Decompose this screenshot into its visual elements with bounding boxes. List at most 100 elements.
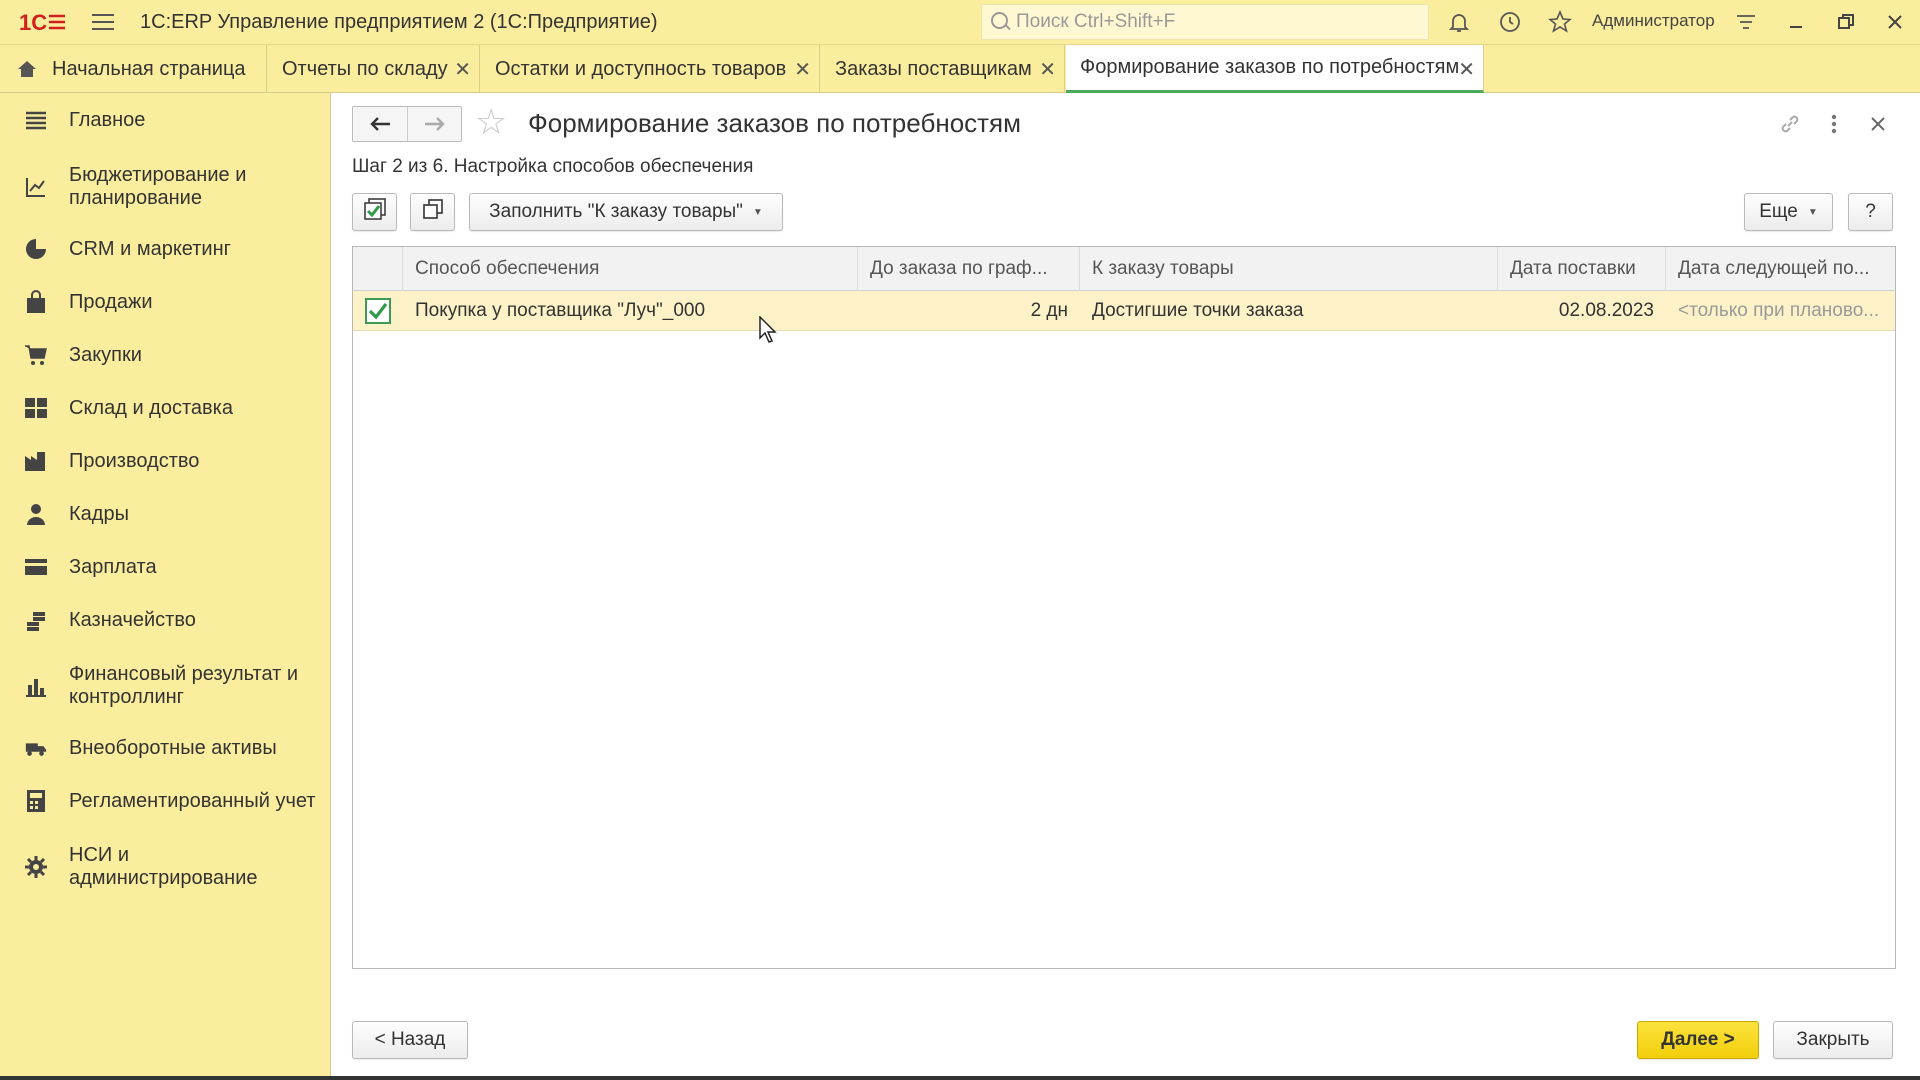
cart-icon [24,343,48,367]
form-content: ☆ Формирование заказов по потребностям Ш… [332,94,1920,1080]
back-button[interactable]: < Назад [352,1021,468,1059]
sidebar-item-hr[interactable]: Кадры [0,501,331,527]
supply-methods-table: Способ обеспечения До заказа по граф... … [352,246,1896,969]
bar-chart-icon [24,674,48,698]
star-icon[interactable] [1544,6,1576,38]
close-button[interactable]: Закрыть [1773,1021,1893,1059]
sidebar-item-admin[interactable]: НСИ и администрирование [0,843,331,891]
restore-icon[interactable] [1830,6,1862,38]
sidebar-item-sales[interactable]: Продажи [0,289,331,315]
column-header[interactable]: До заказа по граф... [858,247,1080,291]
help-button-label: ? [1865,201,1876,222]
fill-to-order-button[interactable]: Заполнить "К заказу товары" ▼ [469,193,783,231]
page-title: Формирование заказов по потребностям [528,108,1022,138]
calculator-icon [24,789,48,813]
minimize-icon[interactable] [1780,6,1812,38]
tab-label: Начальная страница [52,57,246,80]
cell-until-order[interactable]: 2 дн [858,291,1080,331]
search-icon [990,11,1012,33]
bell-icon[interactable] [1443,6,1475,38]
forward-arrow-icon[interactable] [407,107,461,141]
tab-home[interactable]: Начальная страница [0,45,267,93]
tab-stock-availability[interactable]: Остатки и доступность товаров ✕ [481,45,820,93]
list-icon [24,108,48,132]
check-all-button[interactable] [352,193,397,231]
close-icon[interactable] [1879,6,1911,38]
close-icon[interactable]: ✕ [1458,57,1475,82]
bag-icon [24,290,48,314]
more-button[interactable]: Еще ▼ [1744,193,1833,231]
sidebar-item-regulated-accounting[interactable]: Регламентированный учет [0,788,331,814]
sidebar-item-budgeting[interactable]: Бюджетирование и планирование [0,163,331,211]
column-header[interactable]: Дата следующей по... [1666,247,1895,291]
coins-icon [24,608,48,632]
sidebar-item-purchases[interactable]: Закупки [0,342,331,368]
help-button[interactable]: ? [1848,193,1893,231]
mouse-cursor-icon [759,315,779,344]
close-icon[interactable]: ✕ [794,57,811,82]
app-title: 1С:ERP Управление предприятием 2 (1С:Пре… [140,10,658,33]
cell-method[interactable]: Покупка у поставщика "Луч"_000 [403,291,858,331]
close-icon[interactable]: ✕ [1039,57,1056,82]
hamburger-icon[interactable] [92,0,124,45]
close-form-icon[interactable] [1864,110,1892,138]
tab-supplier-orders[interactable]: Заказы поставщикам ✕ [821,45,1065,93]
check-all-icon [362,197,388,227]
tab-order-generation[interactable]: Формирование заказов по потребностям ✕ [1066,45,1484,93]
pie-icon [24,237,48,261]
dropdown-caret-icon: ▼ [1807,206,1818,218]
close-icon[interactable]: ✕ [454,57,471,82]
cell-next-date[interactable]: <только при планово... [1666,291,1895,331]
tab-warehouse-reports[interactable]: Отчеты по складу ✕ [268,45,480,93]
sidebar-item-main[interactable]: Главное [0,107,331,133]
dropdown-caret-icon: ▼ [752,206,763,218]
title-bar: 1С 1С:ERP Управление предприятием 2 (1С:… [0,0,1920,45]
uncheck-all-button[interactable] [410,193,455,231]
1c-logo-icon[interactable]: 1С [14,0,72,45]
sidebar-item-production[interactable]: Производство [0,448,331,474]
column-header[interactable]: Способ обеспечения [403,247,858,291]
user-name[interactable]: Администратор [1592,11,1715,31]
column-header[interactable]: К заказу товары [1080,247,1498,291]
row-checkbox-cell [353,291,403,331]
tabs-bar: Начальная страница Отчеты по складу ✕ Ос… [0,45,1920,93]
history-nav [352,106,462,142]
sidebar-item-warehouse[interactable]: Склад и доставка [0,395,331,421]
truck-icon [24,736,48,760]
cell-delivery-date[interactable]: 02.08.2023 [1498,291,1666,331]
sidebar-item-treasury[interactable]: Казначейство [0,607,331,633]
sidebar-item-crm[interactable]: CRM и маркетинг [0,236,331,262]
tab-label: Остатки и доступность товаров [495,57,787,80]
back-button-label: < Назад [374,1029,446,1050]
close-button-label: Закрыть [1796,1029,1870,1050]
settings-icon[interactable] [1730,6,1762,38]
more-button-label: Еще [1759,201,1798,222]
sidebar-item-salary[interactable]: Зарплата [0,554,331,580]
back-arrow-icon[interactable] [353,107,407,141]
step-label: Шаг 2 из 6. Настройка способов обеспечен… [352,156,754,177]
search-box[interactable] [981,4,1429,40]
more-vert-icon[interactable] [1820,110,1848,138]
table-row[interactable]: Покупка у поставщика "Луч"_000 2 дн Дост… [353,291,1895,331]
column-header-check [353,247,403,291]
tab-label: Отчеты по складу [282,57,448,80]
favorite-star-icon[interactable]: ☆ [475,104,507,140]
next-button[interactable]: Далее > [1637,1021,1759,1059]
table-header: Способ обеспечения До заказа по граф... … [353,247,1895,291]
sidebar: Главное Бюджетирование и планирование CR… [0,93,331,1080]
sidebar-item-fixed-assets[interactable]: Внеоборотные активы [0,735,331,761]
card-icon [24,555,48,579]
link-icon[interactable] [1776,110,1804,138]
person-icon [24,502,48,526]
row-checkbox[interactable] [365,298,391,324]
sidebar-item-financial-result[interactable]: Финансовый результат и контроллинг [0,662,331,710]
cell-to-order[interactable]: Достигшие точки заказа [1080,291,1498,331]
column-header[interactable]: Дата поставки [1498,247,1666,291]
factory-icon [24,449,48,473]
next-button-label: Далее > [1661,1029,1735,1050]
search-input[interactable] [1016,11,1416,33]
gear-icon [24,855,48,879]
tab-label: Формирование заказов по потребностям [1080,56,1460,78]
home-icon [16,58,38,80]
history-icon[interactable] [1494,6,1526,38]
